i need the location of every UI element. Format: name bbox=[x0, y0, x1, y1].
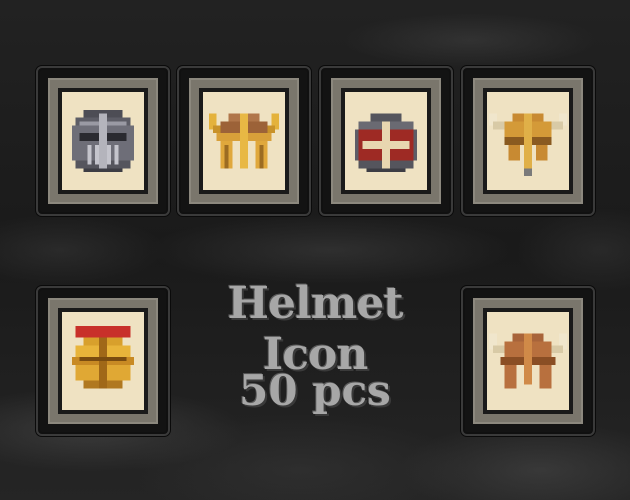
crested-golden-helmet-icon bbox=[71, 325, 135, 389]
helmet-card-5[interactable] bbox=[36, 286, 170, 436]
red-cross-helm-icon bbox=[354, 113, 418, 173]
card-frame bbox=[189, 78, 299, 204]
card-frame bbox=[48, 298, 158, 424]
horned-leather-helmet-icon bbox=[489, 333, 567, 389]
viking-horned-helmet-icon bbox=[489, 113, 567, 177]
helmet-card-4[interactable] bbox=[461, 66, 595, 216]
helmet-card-3[interactable] bbox=[319, 66, 453, 216]
helmet-card-6[interactable] bbox=[461, 286, 595, 436]
card-frame bbox=[473, 298, 583, 424]
page-title: Helmet Icon bbox=[227, 278, 403, 380]
helmet-card-1[interactable] bbox=[36, 66, 170, 216]
card-frame bbox=[473, 78, 583, 204]
helmet-card-2[interactable] bbox=[177, 66, 311, 216]
card-frame bbox=[48, 78, 158, 204]
horned-bronze-helmet-icon bbox=[208, 113, 280, 169]
closed-steel-helmet-icon bbox=[71, 109, 135, 173]
item-count: 50 pcs bbox=[239, 366, 391, 415]
card-frame bbox=[331, 78, 441, 204]
